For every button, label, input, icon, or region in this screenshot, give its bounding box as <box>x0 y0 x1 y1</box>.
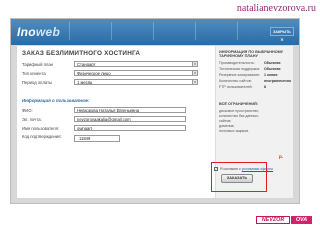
form-title: ЗАКАЗ БЕЗЛИМИТНОГО ХОСТИНГА <box>22 50 141 57</box>
included-heading: ВСЁ ОГРАНИЧЕНИЙ: <box>219 102 259 106</box>
window-header: Inoweb ЗАКРЫТЬ ✕ <box>11 19 299 45</box>
summary-row-label: FTP пользователей: <box>219 85 253 89</box>
site-watermark: natalianevzorova.ru <box>236 3 316 14</box>
agree-text: Я согласен с условиями оферты <box>220 167 274 171</box>
chevron-down-icon: ▾ <box>192 80 197 84</box>
close-icon: ✕ <box>280 37 284 42</box>
header-nav <box>69 22 275 40</box>
code-label: Код подтверждения: <box>22 134 62 139</box>
included-line: почтовых ящиков. <box>219 129 250 133</box>
username-field[interactable]: ownaart <box>74 125 186 131</box>
tariff-label: Тарифный план <box>22 62 53 67</box>
code-field[interactable]: 11849 <box>74 135 120 142</box>
nav-item[interactable] <box>69 22 107 40</box>
fio-field[interactable]: Невзорова Наталья Евгеньевна <box>74 107 186 113</box>
username-label: Имя пользователя: <box>22 126 60 131</box>
order-window: Inoweb ЗАКРЫТЬ ✕ ЗАКАЗ БЕЗЛИМИТНОГО ХОСТ… <box>10 18 300 204</box>
summary-row-value: Обычная <box>264 61 281 65</box>
order-form: ЗАКАЗ БЕЗЛИМИТНОГО ХОСТИНГА Тарифный пла… <box>17 46 293 198</box>
email-field[interactable]: nevzorovaakalia@gmail.com <box>74 116 186 122</box>
fio-label: ФИО: <box>22 108 33 113</box>
brand-logo-part: NEVZOR <box>256 216 290 224</box>
chevron-down-icon: ▾ <box>192 71 197 75</box>
hosting-logo: Inoweb <box>17 25 61 39</box>
included-line: доменов; <box>219 124 235 128</box>
summary-row-value: неограниченно <box>264 79 292 83</box>
user-info-heading: Информация о пользователе: <box>22 98 90 103</box>
email-label: Эл. почта: <box>22 117 42 122</box>
offer-link[interactable]: условиями оферты <box>242 167 273 171</box>
included-line: дисковое пространство; <box>219 109 260 113</box>
nav-item[interactable] <box>111 22 149 40</box>
summary-heading: ИНФОРМАЦИЯ ПО ВЫБРАННОМУ ТАРИФНОМУ ПЛАНУ <box>219 50 284 59</box>
summary-row-label: Техническая поддержка: <box>219 67 261 71</box>
order-button[interactable]: ЗАКАЗАТЬ <box>221 174 253 183</box>
agree-checkbox[interactable]: ✓ <box>214 167 218 171</box>
nav-item[interactable] <box>195 22 233 40</box>
included-line: сайтов; <box>219 119 232 123</box>
included-line: количество баз данных; <box>219 114 259 118</box>
brand-logo-part: OVA <box>291 216 312 224</box>
summary-row-value: Обычная <box>264 67 281 71</box>
payment-period-select[interactable]: 1 месяц ▾ <box>74 79 198 85</box>
close-button[interactable]: ЗАКРЫТЬ ✕ <box>270 27 294 42</box>
client-type-label: Тип клиента <box>22 71 46 76</box>
summary-row-label: Количество сайтов: <box>219 79 252 83</box>
summary-row-value: 8 <box>264 85 266 89</box>
nav-item[interactable] <box>153 22 191 40</box>
summary-row-label: Производительность: <box>219 61 255 65</box>
payment-period-label: Период оплаты <box>22 80 53 85</box>
summary-row-value: 1 копия <box>264 73 278 77</box>
brand-logo: NEVZOR OVA <box>256 216 312 224</box>
client-type-select[interactable]: Физическое лицо ▾ <box>74 70 198 76</box>
summary-row-label: Резервное копирование: <box>219 73 261 77</box>
tariff-select[interactable]: Стандарт ▾ <box>74 61 198 67</box>
price-text: р. <box>279 154 284 159</box>
chevron-down-icon: ▾ <box>192 62 197 66</box>
